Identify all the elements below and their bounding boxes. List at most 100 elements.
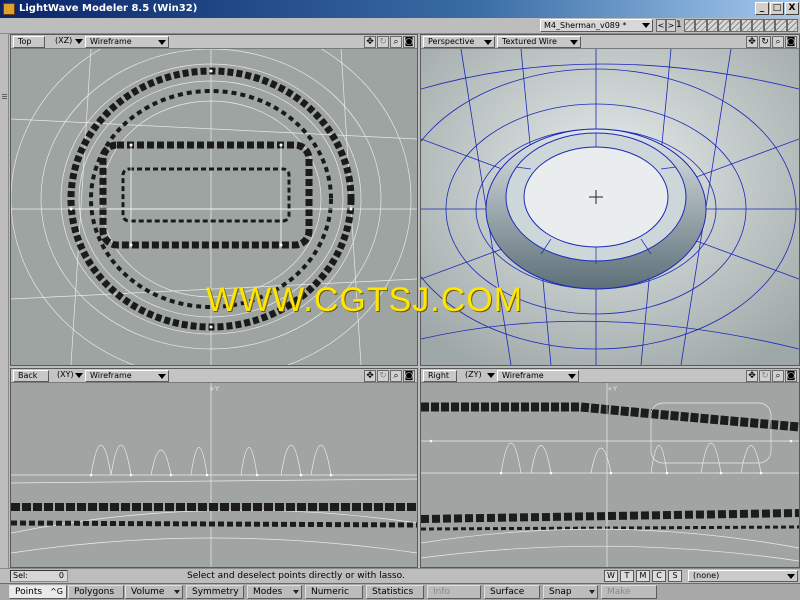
- layer-button[interactable]: [741, 19, 753, 32]
- layer-button[interactable]: [706, 19, 719, 32]
- layer-button[interactable]: [763, 19, 776, 32]
- window-title: LightWave Modeler 8.5 (Win32): [19, 3, 198, 14]
- maximize-button[interactable]: □: [770, 2, 784, 15]
- viewport-tools: ✥ ↻ ⌕ ◙: [746, 370, 797, 382]
- symmetry-button[interactable]: Symmetry: [186, 585, 244, 599]
- move-view-icon[interactable]: ✥: [364, 370, 376, 382]
- back-view-canvas: +Y: [11, 383, 417, 567]
- status-row: Sel: 0 Select and deselect points direct…: [0, 568, 800, 583]
- chevron-down-icon: [75, 373, 83, 378]
- toggle-m-button[interactable]: M: [636, 570, 650, 582]
- layer-button[interactable]: [775, 19, 787, 32]
- chevron-down-icon: [174, 590, 180, 594]
- lightwave-app-icon: [3, 3, 15, 15]
- polygons-mode-button[interactable]: Polygons: [68, 585, 124, 599]
- numeric-button[interactable]: Numeric: [305, 585, 363, 599]
- layer-buttons: [684, 19, 799, 32]
- right-view-canvas: +Y: [421, 383, 799, 567]
- maximize-viewport-icon[interactable]: ◙: [403, 370, 415, 382]
- render-mode-select[interactable]: Wireframe: [85, 36, 169, 48]
- surface-button[interactable]: Surface: [484, 585, 540, 599]
- render-mode-select[interactable]: Wireframe: [497, 370, 579, 382]
- rotate-view-icon[interactable]: ↻: [377, 36, 389, 48]
- surface-select[interactable]: (none): [688, 570, 798, 582]
- layer-button[interactable]: [752, 19, 764, 32]
- viewport-right[interactable]: Right (ZY) Wireframe ✥ ↻ ⌕ ◙ +Y: [420, 368, 800, 568]
- viewport-tools: ✥ ↻ ⌕ ◙: [364, 36, 415, 48]
- statistics-button[interactable]: Statistics: [366, 585, 424, 599]
- object-name: M4_Sherman_v089 *: [544, 21, 627, 30]
- zoom-icon[interactable]: ⌕: [390, 370, 402, 382]
- next-object-button[interactable]: >: [666, 19, 676, 32]
- object-select-dropdown[interactable]: M4_Sherman_v089 *: [540, 19, 653, 32]
- view-axes-select[interactable]: (XY): [53, 370, 85, 382]
- render-mode-select[interactable]: Wireframe: [85, 370, 169, 382]
- view-type-select[interactable]: Perspective: [423, 36, 495, 48]
- move-view-icon[interactable]: ✥: [746, 370, 758, 382]
- zoom-icon[interactable]: ⌕: [772, 36, 784, 48]
- viewport-tools: ✥ ↻ ⌕ ◙: [746, 36, 797, 48]
- prev-object-button[interactable]: <: [656, 19, 666, 32]
- close-button[interactable]: X: [785, 2, 799, 15]
- viewport-tools: ✥ ↻ ⌕ ◙: [364, 370, 415, 382]
- viewport-header: Back (XY) Wireframe ✥ ↻ ⌕ ◙: [11, 369, 417, 383]
- layer-button[interactable]: [729, 19, 742, 32]
- view-axes-select[interactable]: (ZY): [461, 370, 497, 382]
- left-edge-strip: [0, 34, 9, 568]
- maximize-viewport-icon[interactable]: ◙: [403, 36, 415, 48]
- layer-number: 1: [676, 20, 682, 30]
- chevron-down-icon: [293, 590, 299, 594]
- snap-button[interactable]: Snap: [543, 585, 598, 599]
- chevron-down-icon: [484, 40, 492, 45]
- minimize-button[interactable]: _: [755, 2, 769, 15]
- strip-tick: [2, 96, 7, 97]
- viewport-header: Right (ZY) Wireframe ✥ ↻ ⌕ ◙: [421, 369, 799, 383]
- title-bar: LightWave Modeler 8.5 (Win32) _ □ X: [0, 0, 800, 18]
- viewport-header: Top (XZ) Wireframe ✥ ↻ ⌕ ◙: [11, 35, 417, 49]
- toggle-t-button[interactable]: T: [620, 570, 634, 582]
- layer-button[interactable]: [695, 19, 707, 32]
- maximize-viewport-icon[interactable]: ◙: [785, 370, 797, 382]
- bottom-toolbar: Points ^G Polygons Volume Symmetry Modes…: [0, 583, 800, 600]
- view-toggle-group: W T M C S: [604, 570, 682, 582]
- chevron-down-icon: [589, 590, 595, 594]
- toggle-w-button[interactable]: W: [604, 570, 618, 582]
- sel-label: Sel:: [13, 571, 28, 580]
- top-toolbar: M4_Sherman_v089 * < > 1: [0, 18, 800, 34]
- rotate-view-icon[interactable]: ↻: [759, 370, 771, 382]
- shortcut-key: ^G: [50, 587, 63, 596]
- layer-button[interactable]: [684, 19, 696, 32]
- chevron-down-icon: [158, 40, 166, 45]
- viewport-back[interactable]: Back (XY) Wireframe ✥ ↻ ⌕ ◙ +Y: [10, 368, 418, 568]
- chevron-down-icon: [487, 373, 495, 378]
- axis-label: +Y: [209, 385, 220, 393]
- chevron-down-icon: [568, 374, 576, 379]
- maximize-viewport-icon[interactable]: ◙: [785, 36, 797, 48]
- viewport-header: Perspective Textured Wire ✥ ↻ ⌕ ◙: [421, 35, 799, 49]
- points-mode-button[interactable]: Points ^G: [9, 585, 67, 599]
- layer-button[interactable]: [718, 19, 730, 32]
- toggle-s-button[interactable]: S: [668, 570, 682, 582]
- modes-button[interactable]: Modes: [247, 585, 302, 599]
- strip-tick: [2, 98, 7, 99]
- rotate-view-icon[interactable]: ↻: [377, 370, 389, 382]
- view-type-select[interactable]: Top: [13, 36, 45, 48]
- view-axes-select[interactable]: (XZ): [51, 36, 85, 48]
- view-type-select[interactable]: Right: [423, 370, 457, 382]
- move-view-icon[interactable]: ✥: [746, 36, 758, 48]
- move-view-icon[interactable]: ✥: [364, 36, 376, 48]
- volume-mode-button[interactable]: Volume: [125, 585, 183, 599]
- toggle-c-button[interactable]: C: [652, 570, 666, 582]
- chevron-down-icon: [75, 39, 83, 44]
- sel-count: 0: [58, 571, 64, 580]
- info-button[interactable]: Info: [427, 585, 481, 599]
- view-type-select[interactable]: Back: [13, 370, 49, 382]
- axis-label: +Y: [607, 385, 618, 393]
- layer-button[interactable]: [786, 19, 799, 32]
- make-button[interactable]: Make: [601, 585, 657, 599]
- zoom-icon[interactable]: ⌕: [772, 370, 784, 382]
- watermark-text: WWW.CGTSJ.COM: [206, 281, 524, 319]
- rotate-view-icon[interactable]: ↻: [759, 36, 771, 48]
- render-mode-select[interactable]: Textured Wire: [497, 36, 581, 48]
- zoom-icon[interactable]: ⌕: [390, 36, 402, 48]
